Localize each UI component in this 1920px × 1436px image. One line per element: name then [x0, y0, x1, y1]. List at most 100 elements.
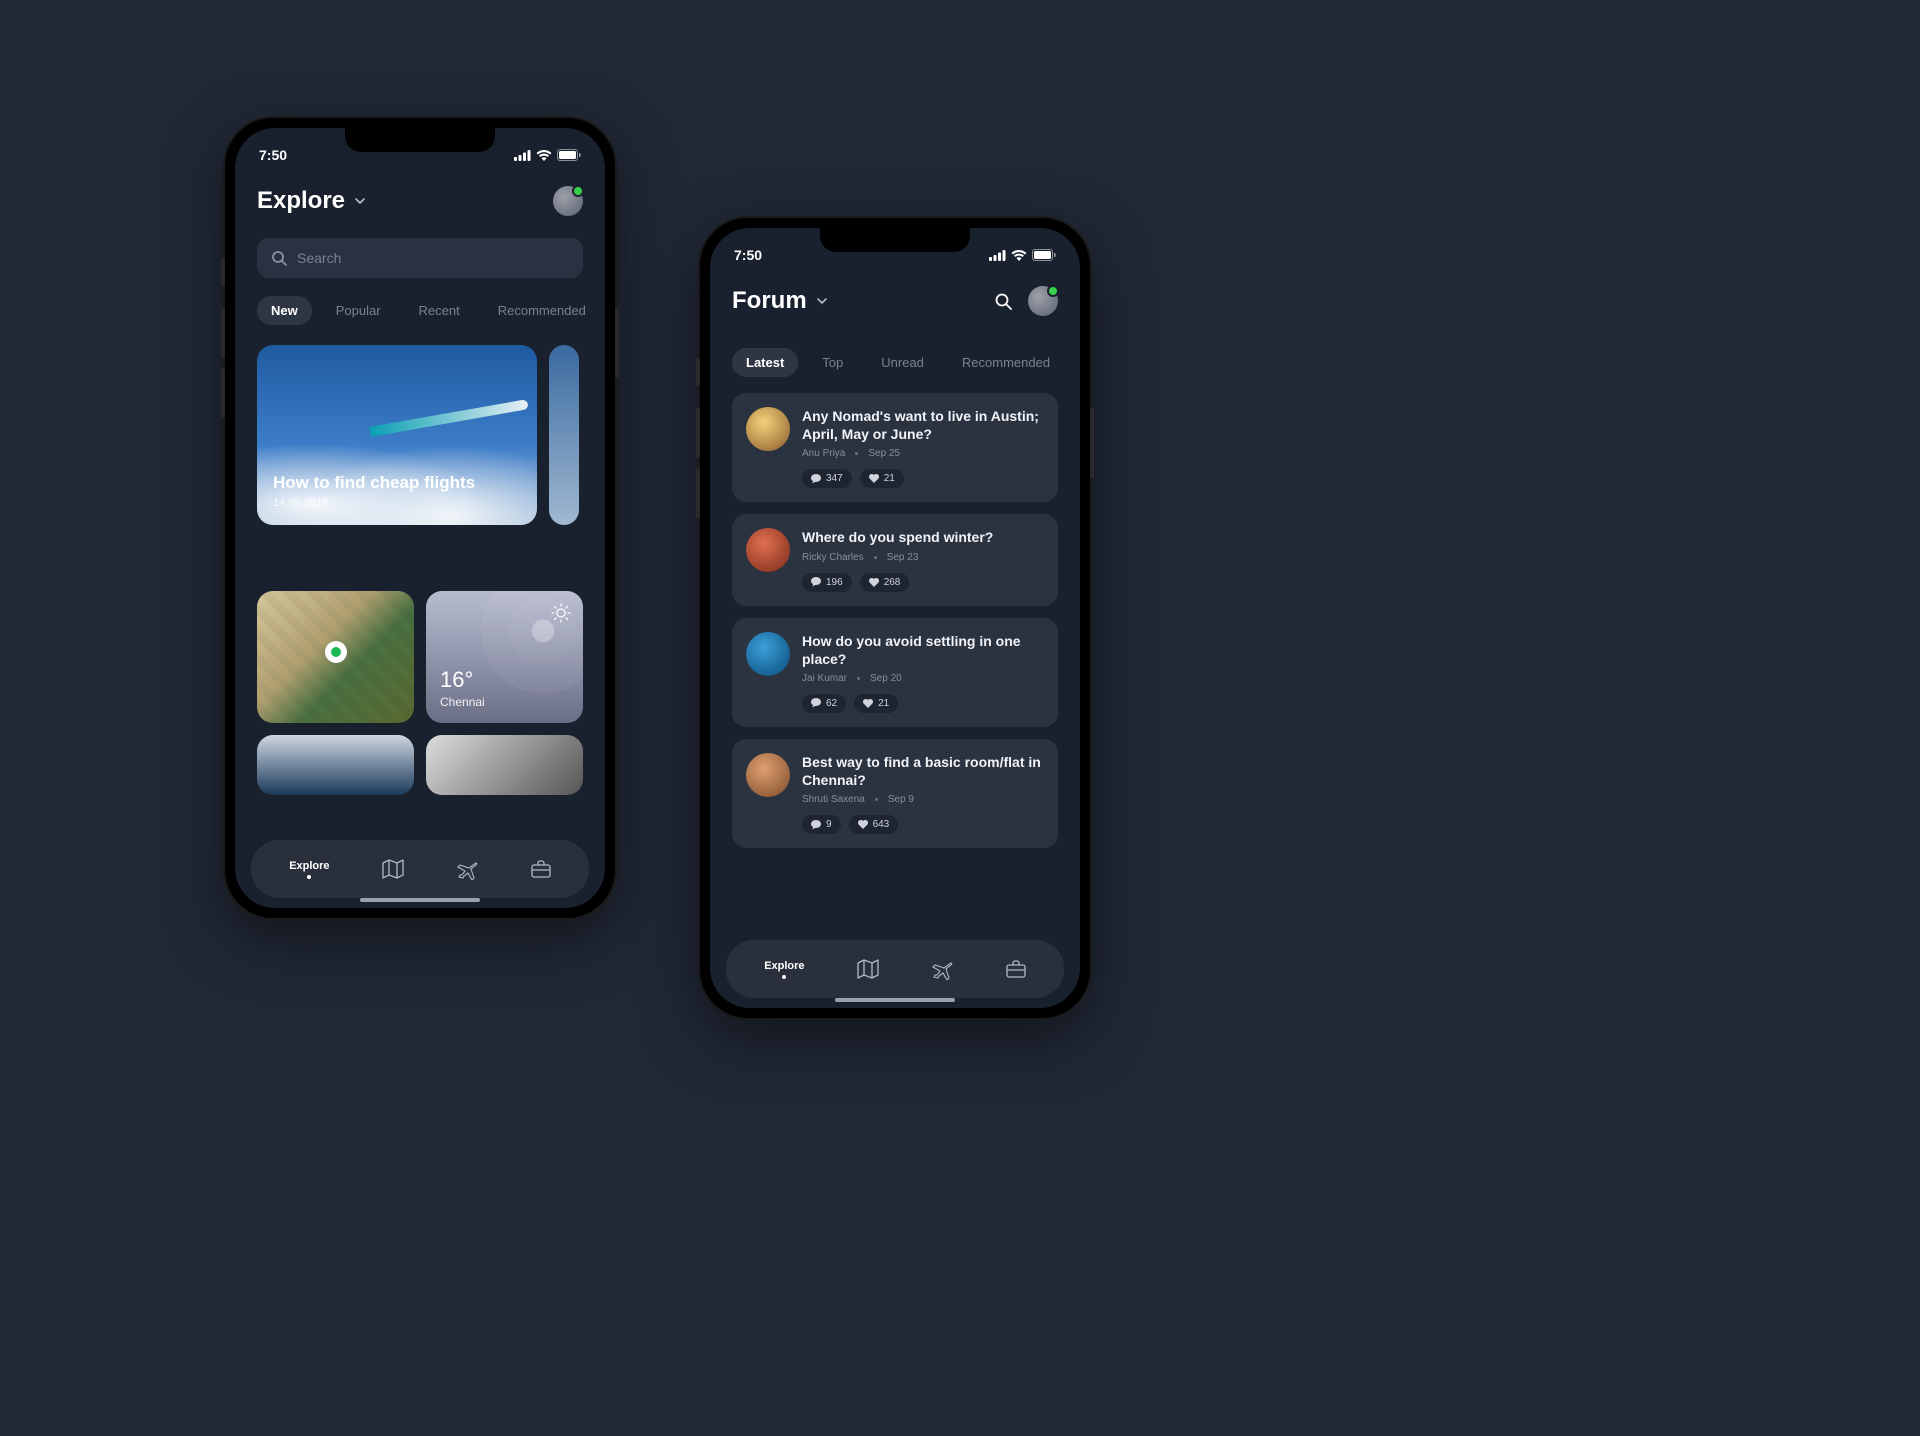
- post-avatar[interactable]: [746, 528, 790, 572]
- nav-work[interactable]: [1006, 960, 1026, 978]
- nav-work[interactable]: [531, 860, 551, 878]
- comments-stat[interactable]: 196: [802, 573, 852, 592]
- likes-count: 268: [884, 577, 901, 588]
- tab-popular[interactable]: Popular: [322, 296, 395, 325]
- tab-recommended[interactable]: Recommended: [484, 296, 600, 325]
- tab-new[interactable]: New: [257, 296, 312, 325]
- nav-map[interactable]: [382, 859, 404, 879]
- nav-flights[interactable]: [931, 958, 953, 980]
- likes-count: 643: [873, 819, 890, 830]
- tab-recommended[interactable]: Recommended: [948, 348, 1064, 377]
- dot-sep: [874, 556, 877, 559]
- power-button: [615, 308, 619, 378]
- post-avatar[interactable]: [746, 407, 790, 451]
- forum-post[interactable]: Any Nomad's want to live in Austin; Apri…: [732, 393, 1058, 502]
- wifi-icon: [536, 150, 552, 161]
- page-title[interactable]: Forum: [732, 287, 827, 315]
- likes-stat[interactable]: 21: [860, 469, 904, 488]
- forum-list[interactable]: Any Nomad's want to live in Austin; Apri…: [710, 389, 1080, 848]
- post-meta: Shruti Saxena Sep 9: [802, 794, 1044, 805]
- map-icon: [382, 859, 404, 879]
- tab-latest[interactable]: Latest: [732, 348, 798, 377]
- nav-map[interactable]: [857, 959, 879, 979]
- post-author: Ricky Charles: [802, 552, 864, 563]
- likes-stat[interactable]: 21: [854, 694, 898, 713]
- search-icon: [271, 250, 287, 266]
- post-avatar[interactable]: [746, 632, 790, 676]
- post-meta: Jai Kumar Sep 20: [802, 673, 1044, 684]
- volume-up: [221, 308, 225, 358]
- weather-widget[interactable]: 16° Chennai: [426, 591, 583, 723]
- nav-explore[interactable]: Explore: [289, 860, 329, 879]
- header: Forum: [710, 272, 1080, 330]
- tab-unread[interactable]: Unread: [867, 348, 938, 377]
- volume-down: [221, 368, 225, 418]
- mute-switch: [221, 258, 225, 286]
- phone-explore: 7:50 Explore New Popular Recent Re: [225, 118, 615, 918]
- nav-active-dot: [307, 875, 311, 879]
- post-date: Sep 20: [870, 673, 902, 684]
- power-button: [1090, 408, 1094, 478]
- briefcase-icon: [531, 860, 551, 878]
- avatar[interactable]: [1028, 286, 1058, 316]
- chevron-down-icon: [817, 298, 827, 305]
- feature-carousel[interactable]: How to find cheap flights 14.09.2019: [235, 337, 605, 525]
- comments-stat[interactable]: 9: [802, 815, 841, 834]
- search-input[interactable]: [297, 250, 569, 266]
- feature-card-next[interactable]: [549, 345, 579, 525]
- post-author: Anu Priya: [802, 448, 845, 459]
- search-bar[interactable]: [257, 238, 583, 278]
- likes-stat[interactable]: 643: [849, 815, 899, 834]
- post-date: Sep 23: [887, 552, 919, 563]
- comments-stat[interactable]: 62: [802, 694, 846, 713]
- page-title[interactable]: Explore: [257, 187, 365, 215]
- battery-icon: [557, 149, 581, 161]
- home-indicator[interactable]: [360, 898, 480, 902]
- nav-flights[interactable]: [456, 858, 478, 880]
- header: Explore: [235, 172, 605, 230]
- nav-explore[interactable]: Explore: [764, 960, 804, 979]
- map-widget[interactable]: [257, 591, 414, 723]
- post-title: Where do you spend winter?: [802, 528, 1044, 546]
- forum-post[interactable]: Best way to find a basic room/flat in Ch…: [732, 739, 1058, 848]
- dot-sep: [875, 798, 878, 801]
- tab-top[interactable]: Top: [808, 348, 857, 377]
- comments-count: 196: [826, 577, 843, 588]
- search-icon[interactable]: [994, 292, 1012, 310]
- status-time: 7:50: [734, 247, 762, 263]
- battery-icon: [1032, 249, 1056, 261]
- nav-active-dot: [782, 975, 786, 979]
- likes-stat[interactable]: 268: [860, 573, 910, 592]
- forum-post[interactable]: How do you avoid settling in one place? …: [732, 618, 1058, 727]
- signal-icon: [514, 150, 531, 161]
- plane-icon: [456, 858, 478, 880]
- forum-post[interactable]: Where do you spend winter? Ricky Charles…: [732, 514, 1058, 605]
- comments-count: 62: [826, 698, 837, 709]
- home-indicator[interactable]: [835, 998, 955, 1002]
- feature-card[interactable]: How to find cheap flights 14.09.2019: [257, 345, 537, 525]
- post-date: Sep 9: [888, 794, 914, 805]
- post-meta: Ricky Charles Sep 23: [802, 552, 1044, 563]
- comment-icon: [811, 577, 821, 587]
- heart-icon: [863, 699, 873, 708]
- heart-icon: [869, 578, 879, 587]
- plane-icon: [931, 958, 953, 980]
- likes-count: 21: [884, 473, 895, 484]
- comment-icon: [811, 820, 821, 830]
- comments-stat[interactable]: 347: [802, 469, 852, 488]
- avatar[interactable]: [553, 186, 583, 216]
- briefcase-icon: [1006, 960, 1026, 978]
- post-avatar[interactable]: [746, 753, 790, 797]
- widget-thumb-2[interactable]: [426, 735, 583, 795]
- tab-recent[interactable]: Recent: [405, 296, 474, 325]
- volume-down: [696, 468, 700, 518]
- feature-date: 14.09.2019: [273, 497, 521, 509]
- likes-count: 21: [878, 698, 889, 709]
- map-icon: [857, 959, 879, 979]
- comments-count: 347: [826, 473, 843, 484]
- comments-count: 9: [826, 819, 832, 830]
- widget-thumb-1[interactable]: [257, 735, 414, 795]
- dot-sep: [855, 452, 858, 455]
- dot-sep: [857, 677, 860, 680]
- chevron-down-icon: [355, 198, 365, 205]
